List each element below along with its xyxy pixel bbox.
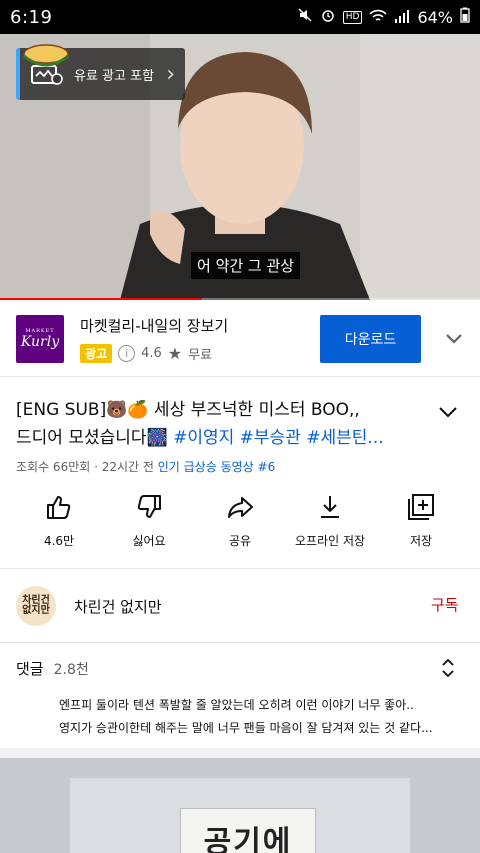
- next-video-thumbnail[interactable]: 공기에: [0, 758, 480, 853]
- battery-text: 64%: [417, 7, 453, 27]
- ad-tag: 광고: [80, 344, 113, 363]
- share-button[interactable]: 공유: [192, 492, 288, 549]
- video-title-line2: 드디어 모셨습니다🎆 #이영지 #부승관 #세븐틴...: [16, 424, 416, 452]
- video-player[interactable]: 유료 광고 포함 › 어 약간 그 관상: [0, 34, 480, 300]
- video-title-line2-text: 드디어 모셨습니다🎆: [16, 428, 174, 448]
- status-icons: HD 64%: [297, 7, 470, 27]
- video-subtitle: 어 약간 그 관상: [191, 252, 301, 279]
- channel-sticker-icon: [23, 44, 69, 67]
- comments-header[interactable]: 댓글 2.8천: [16, 658, 89, 679]
- comments-label: 댓글: [16, 660, 44, 678]
- battery-icon: [460, 7, 470, 27]
- ad-rating: 4.6: [141, 346, 162, 361]
- action-bar: 4.6만 싫어요 공유 오프라인 저장 저장: [0, 492, 480, 562]
- alarm-icon: [320, 7, 336, 27]
- share-label: 공유: [228, 534, 252, 548]
- ad-price: 무료: [188, 348, 213, 363]
- channel-row[interactable]: 차린건 없지만 차린건 없지만 구독: [0, 570, 480, 642]
- section-separator: [0, 748, 480, 758]
- top-comment[interactable]: 엔프피 둘이라 텐션 폭발할 줄 알았는데 오히려 이런 이야기 너무 좋아..…: [59, 694, 469, 740]
- top-comment-line1: 엔프피 둘이라 텐션 폭발할 줄 알았는데 오히려 이런 이야기 너무 좋아..: [59, 698, 414, 712]
- ad-logo: MARKET Kurly: [16, 315, 64, 363]
- channel-name[interactable]: 차린건 없지만: [74, 596, 162, 617]
- ad-text: 마켓컬리-내일의 장보기 광고 i 4.6 ★ 무료: [80, 315, 228, 363]
- status-bar: 6:19 HD 64%: [0, 0, 480, 34]
- save-to-playlist-button[interactable]: 저장: [373, 492, 469, 549]
- star-icon: ★: [167, 344, 183, 363]
- comments-count: 2.8천: [53, 662, 89, 678]
- share-icon: [228, 497, 253, 518]
- paid-promotion-label: 유료 광고 포함: [74, 68, 155, 84]
- like-count: 4.6만: [43, 534, 75, 548]
- video-progress-bar[interactable]: [0, 298, 480, 300]
- thumbs-up-icon: [47, 496, 71, 519]
- top-comment-line2: 영지가 승관이한테 해주는 말에 너무 팬들 마음이 잘 담겨져 있는 것 같다…: [59, 721, 433, 735]
- wifi-icon: [369, 8, 388, 27]
- offline-save-button[interactable]: 오프라인 저장: [282, 492, 378, 549]
- divider: [0, 568, 480, 569]
- video-hashtags[interactable]: #이영지 #부승관 #세븐틴...: [173, 428, 384, 448]
- expand-description-icon[interactable]: [436, 400, 460, 424]
- mute-icon: [297, 7, 313, 27]
- status-time: 6:19: [10, 6, 53, 28]
- subscribe-button[interactable]: 구독: [431, 594, 459, 615]
- download-icon: [321, 496, 339, 518]
- thumbs-down-icon: [137, 495, 161, 518]
- add-to-playlist-icon: [408, 494, 434, 520]
- expand-collapse-icon[interactable]: [440, 656, 456, 680]
- video-meta: 조회수 66만회 · 22시간 전 인기 급상승 동영상 #6: [16, 458, 275, 475]
- trending-link[interactable]: 인기 급상승 동영상 #6: [158, 460, 275, 474]
- dislike-label: 싫어요: [132, 534, 166, 548]
- ad-title: 마켓컬리-내일의 장보기: [80, 317, 229, 335]
- ad-logo-text: Kurly: [20, 334, 60, 350]
- view-count-time: 조회수 66만회 · 22시간 전: [16, 460, 158, 474]
- info-icon[interactable]: i: [118, 345, 136, 362]
- divider: [0, 642, 480, 643]
- chevron-down-icon[interactable]: [440, 324, 468, 352]
- video-title[interactable]: [ENG SUB]🐻🍊 세상 부즈넉한 미스터 BOO,, 드디어 모셨습니다🎆…: [16, 396, 416, 452]
- video-progress-fill: [0, 298, 202, 300]
- ad-banner[interactable]: MARKET Kurly 마켓컬리-내일의 장보기 광고 i 4.6 ★ 무료 …: [0, 302, 480, 376]
- ad-download-button[interactable]: 다운로드: [320, 315, 421, 363]
- thumbnail-sign-text: 공기에: [180, 808, 316, 853]
- dislike-button[interactable]: 싫어요: [101, 492, 197, 549]
- offline-save-label: 오프라인 저장: [294, 534, 366, 548]
- hd-icon: HD: [342, 10, 363, 24]
- save-label: 저장: [409, 534, 433, 548]
- video-title-line1: [ENG SUB]🐻🍊 세상 부즈넉한 미스터 BOO,,: [16, 400, 360, 420]
- signal-icon: [394, 8, 410, 27]
- like-button[interactable]: 4.6만: [11, 492, 107, 549]
- channel-avatar[interactable]: 차린건 없지만: [16, 586, 56, 626]
- ad-meta: 광고 i 4.6 ★ 무료: [80, 344, 228, 363]
- divider: [0, 376, 480, 377]
- chevron-right-icon: ›: [166, 61, 175, 87]
